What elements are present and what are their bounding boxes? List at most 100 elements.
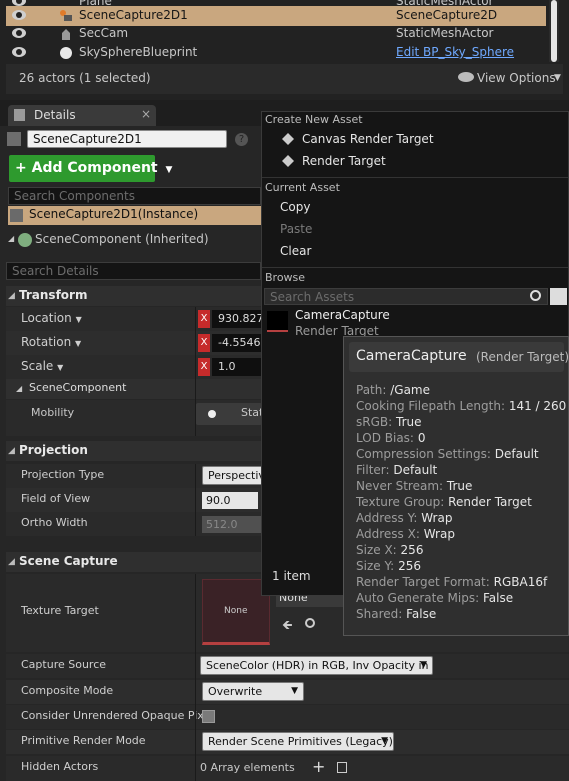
caret-down-icon: ◢ [8,557,15,567]
menu-paste[interactable]: Paste [280,222,312,236]
menu-clear[interactable]: Clear [280,244,311,258]
current-asset-header: Current Asset [265,181,340,194]
property-value: True [396,415,422,429]
menu-render-target[interactable]: Render Target [302,154,386,168]
add-component-button[interactable]: + Add Component ▼ [9,155,172,182]
caret-down-icon: ◢ [8,234,15,243]
column-divider[interactable] [195,464,196,536]
property-key: Size Y: [356,559,395,573]
mobility-static-option[interactable]: Stat [196,403,264,425]
use-selected-arrow-icon[interactable]: 🡸 [282,616,293,638]
property-capture-source: Capture Source SceneColor (HDR) in RGB, … [6,654,569,678]
column-divider[interactable] [195,307,196,436]
property-value: False [406,607,437,621]
combo-value: Overwrite [208,685,263,698]
property-value: Wrap [421,511,453,525]
visibility-eye-icon[interactable] [12,10,26,20]
property-key: Compression Settings: [356,447,491,461]
property-unrendered-opaque: Consider Unrendered Opaque Pixel [6,705,569,729]
edit-blueprint-link[interactable]: Edit BP_Sky_Sphere [396,45,514,59]
search-details-input[interactable]: Search Details [6,262,261,280]
asset-name: CameraCapture [295,308,390,322]
outliner-row-scenecapture[interactable]: SceneCapture2D1 SceneCapture2D [6,6,546,26]
property-key: Path: [356,383,387,397]
asset-item-count: 1 item [272,569,311,583]
asset-list-item[interactable]: CameraCapture Render Target [264,308,567,338]
ortho-width-field[interactable]: 512.0 [202,516,262,533]
rotation-x-field[interactable]: -4.554690 [212,334,268,352]
property-value: 141 / 260 [508,399,567,413]
tooltip-property: Size Y: 256 [356,559,421,573]
section-title: Projection [19,443,88,457]
scale-label[interactable]: Scale ▼ [21,359,63,373]
visibility-eye-icon[interactable] [12,47,26,57]
chevron-down-icon: ▼ [291,686,298,696]
visibility-eye-icon[interactable] [12,28,26,38]
filter-user-icon[interactable] [550,288,567,305]
rotation-label[interactable]: Rotation ▼ [21,335,81,349]
scene-capture-icon [60,10,72,21]
details-icon [14,109,25,121]
menu-divider [262,177,568,178]
component-icon [10,209,23,222]
search-assets-input[interactable]: Search Assets [264,288,548,305]
scene-component-icon [18,233,32,247]
composite-mode-combo[interactable]: Overwrite ▼ [202,682,304,701]
thumbnail-label: None [224,606,248,616]
delete-elements-icon[interactable] [337,762,347,773]
capture-source-combo[interactable]: SceneColor (HDR) in RGB, Inv Opacity in … [200,656,433,675]
location-x-field[interactable]: 930.8274 [212,310,271,328]
eye-icon [458,72,474,82]
unrendered-opaque-label: Consider Unrendered Opaque Pixel [21,709,214,722]
ortho-width-label: Ortho Width [21,516,88,529]
property-key: LOD Bias: [356,431,414,445]
tooltip-subtitle: (Render Target) [476,350,569,364]
unrendered-opaque-checkbox[interactable] [202,710,215,723]
property-key: Size X: [356,543,397,557]
capture-source-label: Capture Source [21,658,107,671]
search-components-input[interactable]: Search Components [8,187,261,205]
outliner-row-seccam[interactable]: SecCam StaticMeshActor [6,24,546,44]
fov-slider[interactable]: 90.0 [202,492,258,509]
view-options-button[interactable]: View Options [477,71,556,85]
property-composite-mode: Composite Mode Overwrite ▼ [6,680,569,704]
actor-count: 26 actors (1 selected) [19,71,151,85]
tooltip-property: Compression Settings: Default [356,447,539,461]
tooltip-header: CameraCapture (Render Target) [349,342,569,372]
render-target-icon [282,155,294,167]
component-instance-row[interactable]: SceneCapture2D1(Instance) [8,206,261,225]
menu-canvas-render-target[interactable]: Canvas Render Target [302,132,434,146]
texture-thumbnail[interactable]: None [202,579,270,645]
property-key: Never Stream: [356,479,444,493]
tab-details[interactable]: Details × [8,105,156,126]
outliner-row-skysphere[interactable]: SkySphereBlueprint Edit BP_Sky_Sphere [6,43,546,63]
mobility-value: Stat [241,406,264,419]
projection-type-combo[interactable]: Perspective [202,466,272,485]
outliner-scrollbar[interactable] [549,0,559,62]
menu-copy[interactable]: Copy [280,200,310,214]
browse-search-icon[interactable] [305,618,315,628]
outliner-footer: 26 actors (1 selected) View Options ▼ [6,64,563,94]
actor-type: SceneCapture2D [396,8,498,22]
tab-label: Details [34,108,76,122]
asset-thumbnail [267,311,288,332]
column-divider[interactable] [195,574,196,781]
property-value: /Game [390,383,431,397]
add-element-icon[interactable]: + [312,757,325,776]
property-value: 0 [417,431,426,445]
property-key: Render Target Format: [356,575,490,589]
actor-name-field[interactable]: SceneCapture2D1 [27,130,227,148]
search-icon [530,290,541,301]
static-mesh-icon [62,29,70,40]
scale-x-field[interactable]: 1.0 [212,358,268,376]
actor-name: SkySphereBlueprint [79,45,198,59]
property-value: RGBA16f [493,575,548,589]
combo-value: Render Scene Primitives (Legacy) [208,735,393,748]
primitive-render-combo[interactable]: Render Scene Primitives (Legacy) ▼ [202,732,394,751]
close-icon[interactable]: × [141,107,151,121]
inherited-component-row[interactable]: ◢ SceneComponent (Inherited) [8,230,261,250]
property-value: 256 [398,559,421,573]
property-hidden-actors: Hidden Actors 0 Array elements + [6,756,569,781]
help-icon[interactable]: ? [235,133,248,146]
location-label[interactable]: Location ▼ [21,311,82,325]
